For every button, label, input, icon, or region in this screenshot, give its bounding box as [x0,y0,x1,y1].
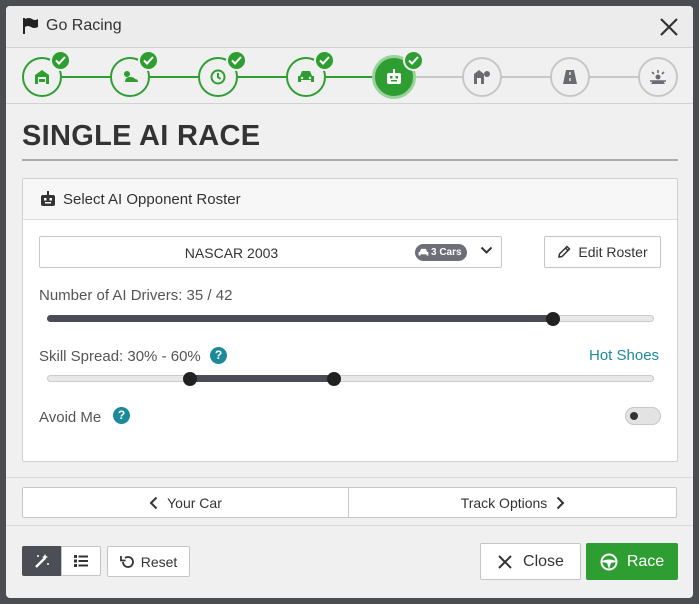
cars-count-badge: 3 Cars [415,244,467,261]
divider [6,477,693,478]
edit-roster-button[interactable]: Edit Roster [544,236,661,268]
step-track[interactable] [550,57,590,97]
skill-slider-fill [190,375,334,382]
step-ai-opponents[interactable] [372,50,424,99]
panel-header-label: Select AI Opponent Roster [63,191,241,208]
checkmark-icon [226,50,247,71]
page-title: SINGLE AI RACE [22,120,261,152]
prev-step-button[interactable]: Your Car [23,488,349,517]
step-car[interactable] [286,50,335,97]
avoid-me-help-icon[interactable]: ? [113,407,130,424]
hot-shoes-link[interactable]: Hot Shoes [589,347,659,364]
magic-wand-icon [35,554,49,568]
next-step-label: Track Options [460,494,548,511]
toggle-knob [630,412,638,420]
drivers-slider-fill [47,315,553,322]
close-button[interactable]: Close [480,543,581,580]
reset-button[interactable]: Reset [107,546,190,577]
pit-icon [474,70,490,84]
race-button[interactable]: Race [586,543,678,580]
race-label: Race [626,552,665,570]
quick-setup-view-button[interactable] [22,546,62,576]
chevron-down-icon [480,246,493,254]
skill-spread-label: Skill Spread: 30% - 60% [39,348,201,365]
close-icon [498,554,512,569]
checkmark-icon [314,50,335,71]
flag-icon [23,18,38,34]
step-race-start[interactable] [638,57,678,97]
step-pit-crew[interactable] [462,57,502,97]
roster-select[interactable]: NASCAR 2003 3 Cars [39,236,502,268]
cars-count-label: 3 Cars [431,247,462,258]
close-icon[interactable] [658,16,680,38]
panel-header: Select AI Opponent Roster [23,179,677,220]
list-icon [74,555,88,567]
garage-icon [35,70,49,84]
step-weather[interactable] [110,50,159,97]
list-view-button[interactable] [61,546,101,576]
chevron-left-icon [149,496,158,509]
ai-roster-panel: Select AI Opponent Roster NASCAR 2003 3 … [22,178,678,462]
skill-slider-track[interactable] [47,375,654,382]
step-time[interactable] [198,50,247,97]
start-light-icon [650,70,666,84]
steering-wheel-icon [600,553,618,570]
skill-help-icon[interactable]: ? [210,347,227,364]
close-label: Close [523,552,564,570]
prev-step-label: Your Car [167,494,222,511]
avoid-me-label: Avoid Me [39,409,102,426]
window-title: Go Racing [46,17,122,34]
weather-icon [124,71,138,82]
checkmark-icon [403,50,424,71]
drivers-label: Number of AI Drivers: 35 / 42 [39,287,233,304]
robot-icon [41,191,55,206]
pencil-icon [558,245,571,258]
next-step-button[interactable]: Track Options [350,488,676,517]
title-divider [22,159,678,161]
undo-icon [119,555,134,568]
checkmark-icon [138,50,159,71]
reset-label: Reset [140,553,178,570]
robot-icon [387,69,401,84]
skill-high-thumb[interactable] [326,372,341,386]
skill-low-thumb[interactable] [183,372,198,386]
edit-roster-label: Edit Roster [578,244,648,260]
road-icon [563,70,577,84]
chevron-right-icon [557,496,565,509]
step-wizard [6,49,693,104]
car-icon [298,71,314,82]
roster-select-value: NASCAR 2003 [184,245,279,261]
go-racing-dialog: Go Racing SINGLE AI RACE Select AI Oppon… [6,6,693,598]
progress-line-todo [398,76,658,78]
clock-icon [210,69,226,85]
car-icon [418,248,429,256]
drivers-slider-thumb[interactable] [545,312,560,326]
avoid-me-toggle[interactable] [625,407,661,425]
checkmark-icon [50,50,71,71]
divider [6,525,693,526]
step-navigation: Your Car Track Options [22,487,677,518]
step-garage[interactable] [22,50,71,97]
title-bar: Go Racing [6,6,693,48]
